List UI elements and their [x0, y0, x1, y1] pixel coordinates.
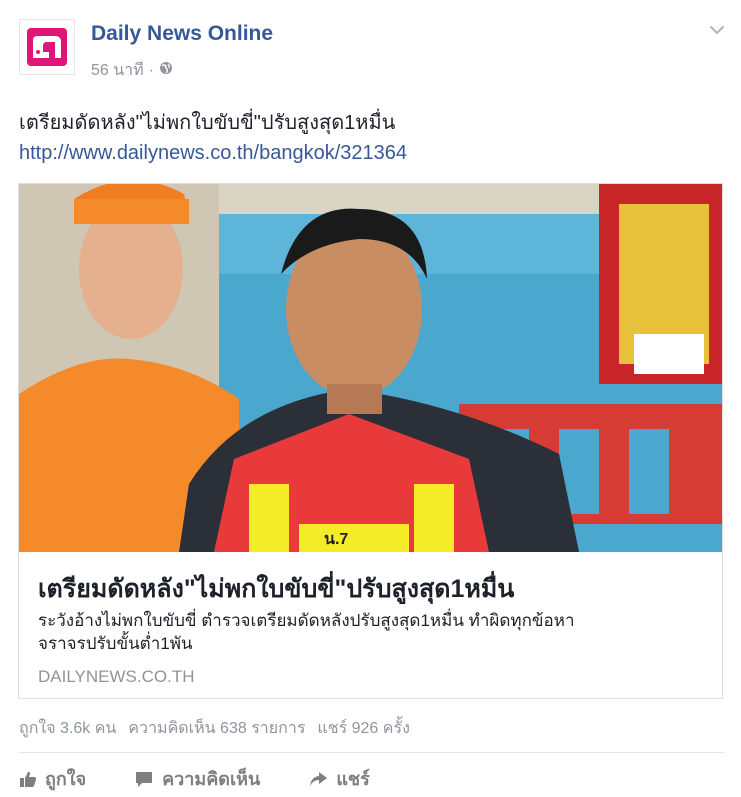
like-button-label: ถูกใจ [45, 769, 87, 789]
globe-icon[interactable] [159, 61, 173, 80]
share-button-label: แชร์ [336, 769, 370, 789]
share-button[interactable]: แชร์ [308, 764, 370, 793]
page-avatar[interactable] [19, 19, 75, 75]
meta-separator: · [148, 61, 155, 79]
like-button[interactable]: ถูกใจ [19, 764, 86, 793]
chevron-down-icon[interactable] [707, 20, 727, 40]
vest-tag-text: น.7 [324, 531, 348, 548]
share-icon [308, 770, 328, 788]
card-description-line: จราจรปรับขั้นต่ำ1พัน [38, 634, 193, 653]
comment-icon [134, 770, 154, 788]
dailynews-logo [27, 28, 67, 66]
card-image[interactable]: น.7 [19, 184, 722, 552]
likes-count[interactable]: ถูกใจ 3.6k คน [19, 716, 116, 741]
post-text: เตรียมดัดหลัง"ไม่พกใบขับขี่"ปรับสูงสุด1ห… [19, 112, 396, 134]
comment-button-label: ความคิดเห็น [162, 769, 261, 789]
divider [19, 752, 724, 753]
card-domain: DAILYNEWS.CO.TH [38, 667, 195, 686]
shares-count[interactable]: แชร์ 926 ครั้ง [317, 716, 409, 741]
thumbs-up-icon [19, 770, 37, 788]
comment-button[interactable]: ความคิดเห็น [134, 764, 260, 793]
facebook-post: Daily News Online 56 นาที · เตรียมดัดหลั… [0, 0, 741, 797]
card-title[interactable]: เตรียมดัดหลัง"ไม่พกใบขับขี่"ปรับสูงสุด1ห… [38, 569, 514, 609]
link-preview-card[interactable]: น.7 เตรียมดัดหลัง"ไม่พกใบขับขี่"ปรับสูงส… [18, 183, 723, 699]
page-name-link[interactable]: Daily News Online [91, 22, 273, 46]
card-description-line: ระวังอ้างไม่พกใบขับขี่ ตำรวจเตรียมดัดหลั… [38, 611, 575, 630]
post-timestamp[interactable]: 56 นาที [91, 58, 144, 83]
engagement-stats: ถูกใจ 3.6k คน ความคิดเห็น 638 รายการ แชร… [19, 716, 410, 741]
post-meta: 56 นาที · [91, 58, 173, 83]
post-link[interactable]: http://www.dailynews.co.th/bangkok/32136… [19, 142, 407, 165]
comments-count[interactable]: ความคิดเห็น 638 รายการ [128, 716, 305, 741]
action-bar: ถูกใจ ความคิดเห็น แชร์ [19, 764, 418, 793]
card-description: ระวังอ้างไม่พกใบขับขี่ ตำรวจเตรียมดัดหลั… [38, 609, 698, 655]
